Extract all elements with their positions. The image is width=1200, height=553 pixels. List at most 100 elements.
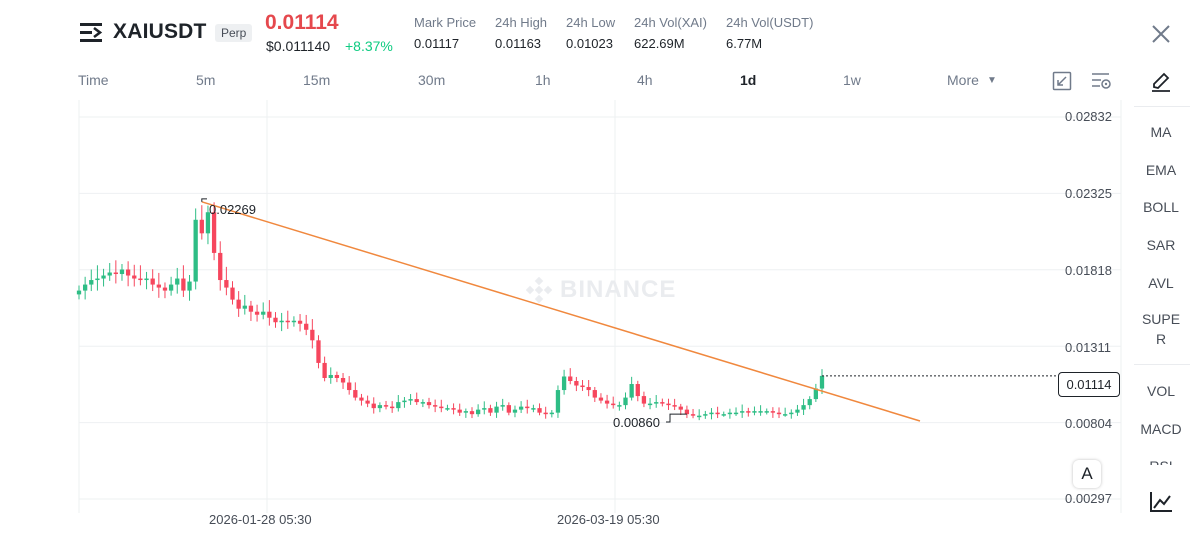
candle — [291, 316, 297, 327]
candle — [549, 410, 554, 418]
candle — [783, 407, 788, 417]
candle-body — [310, 329, 315, 341]
candle — [359, 393, 364, 406]
candle-body — [611, 403, 616, 406]
candle — [641, 391, 647, 408]
candle — [580, 379, 585, 391]
candle — [242, 294, 247, 315]
candle-body — [261, 311, 266, 315]
candle-body — [500, 405, 505, 407]
candle — [482, 401, 487, 415]
candle — [432, 399, 438, 413]
date-tick: 2026-03-19 05:30 — [557, 512, 660, 527]
axis-ticks: 0.02832 0.02325 0.01818 0.01311 0.00804 … — [209, 109, 1112, 527]
high-price-annotation: 0.02269 — [209, 202, 256, 217]
candle — [715, 406, 720, 419]
price-tick: 0.01818 — [1065, 263, 1112, 278]
candle-body — [224, 280, 229, 288]
candle-body — [248, 305, 254, 312]
candle-body — [752, 411, 757, 413]
candle — [101, 268, 106, 287]
candle — [746, 407, 751, 417]
candle — [561, 369, 567, 395]
candle-body — [304, 323, 309, 330]
candle-body — [586, 387, 591, 391]
candle-body — [740, 411, 745, 413]
candle — [604, 394, 610, 409]
candle-body — [494, 406, 499, 413]
candle-body — [254, 311, 260, 315]
candle-body — [377, 405, 383, 409]
candle-body — [660, 402, 665, 404]
candle-body — [316, 340, 321, 363]
candle — [623, 392, 628, 410]
candle-body — [211, 212, 217, 253]
candle-body — [703, 414, 708, 416]
candle-body — [641, 396, 647, 404]
chart-grid — [78, 100, 1122, 513]
candle-body — [592, 390, 597, 398]
candle — [199, 205, 204, 240]
candle — [236, 291, 241, 317]
candle-body — [463, 411, 469, 413]
candle — [254, 304, 260, 322]
candle — [304, 314, 309, 336]
candle-body — [193, 219, 198, 282]
candle-body — [168, 284, 174, 291]
candle — [168, 276, 174, 296]
candle-body — [776, 412, 782, 415]
candle-body — [537, 408, 542, 413]
candle-body — [525, 406, 530, 409]
candle-body — [95, 278, 100, 281]
price-tick: 0.02832 — [1065, 109, 1112, 124]
candle-body — [647, 403, 653, 406]
candle — [629, 376, 634, 401]
candle — [635, 380, 640, 402]
candle-body — [101, 275, 106, 279]
candle — [248, 300, 254, 321]
candle-body — [432, 405, 438, 407]
candle-body — [402, 400, 407, 403]
candle-body — [322, 362, 327, 378]
candle — [740, 404, 745, 418]
candle — [132, 264, 137, 287]
candle — [445, 404, 450, 411]
candle — [261, 302, 266, 320]
candle-body — [715, 412, 720, 415]
candle-body — [543, 412, 548, 415]
low-price-annotation: 0.00860 — [613, 415, 660, 430]
candle — [138, 265, 143, 286]
candle — [285, 310, 290, 329]
candle — [795, 404, 800, 416]
candle — [672, 398, 677, 411]
candle — [531, 404, 536, 413]
candle — [574, 376, 579, 392]
candle — [82, 276, 88, 300]
candle-body — [807, 399, 812, 406]
candle-body — [488, 408, 493, 413]
candle-body — [789, 412, 794, 415]
candle-body — [82, 284, 88, 291]
candle-body — [482, 408, 487, 410]
candles — [76, 202, 825, 421]
candle-body — [156, 284, 161, 288]
candle — [494, 401, 499, 418]
candle — [396, 395, 401, 412]
candle — [322, 356, 327, 382]
candle-body — [273, 317, 278, 323]
candle — [144, 271, 149, 290]
candle — [316, 335, 321, 369]
candle — [518, 401, 524, 413]
candle-body — [340, 377, 346, 383]
candle — [733, 407, 739, 416]
candle — [488, 404, 493, 416]
candle-body — [125, 269, 131, 276]
candle-body — [383, 405, 389, 407]
candle-body — [623, 397, 628, 406]
candle — [451, 403, 456, 415]
candle-body — [285, 320, 290, 323]
auto-scale-button[interactable]: A — [1073, 460, 1101, 488]
candle — [758, 405, 763, 416]
candle-body — [297, 320, 303, 324]
price-tick: 0.00297 — [1065, 491, 1112, 506]
